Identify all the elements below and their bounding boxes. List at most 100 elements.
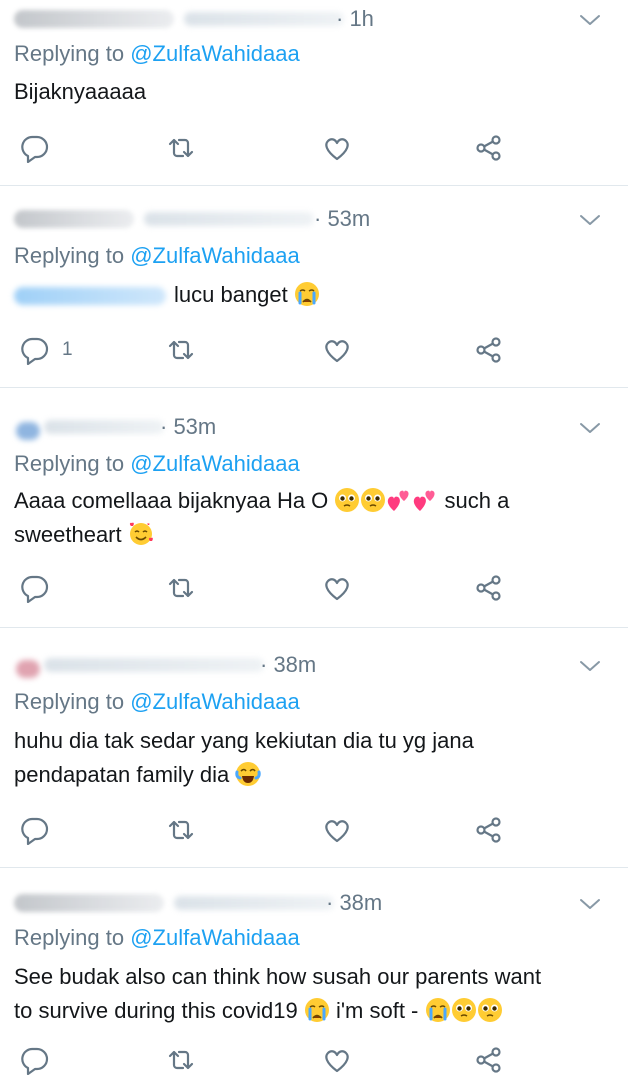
reply-icon: [20, 1045, 50, 1075]
reply-button[interactable]: [20, 570, 62, 606]
replying-to-label: Replying to: [14, 925, 125, 950]
like-button[interactable]: [322, 812, 352, 848]
like-icon: [322, 133, 352, 163]
redacted-display-name: [14, 210, 134, 228]
chevron-down-icon[interactable]: [578, 892, 602, 916]
replying-to-handle-link[interactable]: @ZulfaWahidaaa: [130, 689, 300, 714]
replying-to-label: Replying to: [14, 689, 125, 714]
replying-to: Replying to @ZulfaWahidaaa: [14, 688, 300, 716]
share-button[interactable]: [474, 1042, 504, 1078]
tweet-actions: 1: [0, 332, 628, 368]
reply-button[interactable]: 1: [20, 332, 73, 368]
like-icon: [322, 815, 352, 845]
reply-button[interactable]: [20, 812, 62, 848]
retweet-button[interactable]: [166, 812, 196, 848]
reply-icon: [20, 573, 50, 603]
tears-of-joy-emoji-icon: [235, 761, 261, 787]
reply-tweet[interactable]: · 38m Replying to @ZulfaWahidaaa See bud…: [0, 868, 628, 1080]
tweet-header: · 1h: [14, 6, 614, 36]
chevron-down-icon[interactable]: [578, 208, 602, 232]
redacted-display-name: [14, 10, 174, 28]
replying-to-label: Replying to: [14, 243, 125, 268]
replying-to-label: Replying to: [14, 451, 125, 476]
like-button[interactable]: [322, 570, 352, 606]
reply-icon: [20, 335, 50, 365]
tweet-timestamp: · 38m: [326, 890, 383, 915]
pleading-face-emoji-icon: [360, 487, 386, 513]
retweet-icon: [166, 573, 196, 603]
replying-to: Replying to @ZulfaWahidaaa: [14, 450, 300, 478]
like-icon: [322, 573, 352, 603]
two-hearts-emoji-icon: [412, 487, 438, 513]
redacted-avatar: [16, 422, 40, 440]
redacted-avatar: [16, 660, 40, 678]
like-icon: [322, 1045, 352, 1075]
replying-to-handle-link[interactable]: @ZulfaWahidaaa: [130, 243, 300, 268]
reply-tweet[interactable]: · 53m Replying to @ZulfaWahidaaa Aaaa co…: [0, 388, 628, 628]
replying-to-handle-link[interactable]: @ZulfaWahidaaa: [130, 41, 300, 66]
like-button[interactable]: [322, 130, 352, 166]
chevron-down-icon[interactable]: [578, 416, 602, 440]
retweet-icon: [166, 815, 196, 845]
replying-to-label: Replying to: [14, 41, 125, 66]
tweet-header: · 53m: [14, 206, 614, 236]
tweet-actions: [0, 570, 628, 606]
redacted-mention: [14, 287, 166, 306]
reply-button[interactable]: [20, 1042, 62, 1078]
retweet-icon: [166, 133, 196, 163]
retweet-button[interactable]: [166, 332, 196, 368]
tweet-text: huhu dia tak sedar yang kekiutan dia tu …: [14, 728, 474, 787]
redacted-username: [174, 896, 334, 910]
tweet-text: lucu banget: [14, 278, 588, 312]
replying-to-handle-link[interactable]: @ZulfaWahidaaa: [130, 451, 300, 476]
reply-button[interactable]: [20, 130, 62, 166]
retweet-button[interactable]: [166, 130, 196, 166]
tweet-timestamp: · 1h: [336, 6, 374, 31]
tweet-header: · 38m: [14, 652, 614, 682]
share-button[interactable]: [474, 130, 504, 166]
replying-to: Replying to @ZulfaWahidaaa: [14, 924, 300, 952]
tweet-actions: [0, 1042, 628, 1078]
share-icon: [474, 335, 504, 365]
reply-tweet[interactable]: · 1h Replying to @ZulfaWahidaaa Bijaknya…: [0, 0, 628, 186]
like-button[interactable]: [322, 332, 352, 368]
tweet-actions: [0, 812, 628, 848]
share-icon: [474, 133, 504, 163]
crying-emoji-icon: [304, 997, 330, 1023]
redacted-username: [44, 420, 164, 434]
reply-tweet[interactable]: · 53m Replying to @ZulfaWahidaaa lucu ba…: [0, 186, 628, 388]
tweet-actions: [0, 130, 628, 166]
replying-to-handle-link[interactable]: @ZulfaWahidaaa: [130, 925, 300, 950]
retweet-icon: [166, 1045, 196, 1075]
tweet-text: Aaaa comellaaa bijaknyaa Ha O such a swe…: [14, 487, 510, 547]
like-button[interactable]: [322, 1042, 352, 1078]
two-hearts-emoji-icon: [386, 487, 412, 513]
reply-tweet[interactable]: · 38m Replying to @ZulfaWahidaaa huhu di…: [0, 628, 628, 868]
reply-count: 1: [62, 339, 73, 360]
tweet-text: See budak also can think how susah our p…: [14, 964, 542, 1023]
like-icon: [322, 335, 352, 365]
retweet-button[interactable]: [166, 1042, 196, 1078]
share-icon: [474, 815, 504, 845]
chevron-down-icon[interactable]: [578, 8, 602, 32]
crying-emoji-icon: [294, 281, 320, 307]
tweet-timestamp: · 38m: [260, 652, 317, 677]
retweet-button[interactable]: [166, 570, 196, 606]
redacted-username: [144, 212, 314, 226]
redacted-username: [44, 658, 264, 672]
share-icon: [474, 573, 504, 603]
redacted-display-name: [14, 894, 164, 912]
tweet-timestamp: · 53m: [314, 206, 371, 231]
reply-icon: [20, 133, 50, 163]
crying-emoji-icon: [425, 997, 451, 1023]
redacted-username: [184, 12, 344, 26]
share-button[interactable]: [474, 332, 504, 368]
share-button[interactable]: [474, 570, 504, 606]
replying-to: Replying to @ZulfaWahidaaa: [14, 40, 300, 68]
chevron-down-icon[interactable]: [578, 654, 602, 678]
pleading-face-emoji-icon: [477, 997, 503, 1023]
replying-to: Replying to @ZulfaWahidaaa: [14, 242, 300, 270]
share-button[interactable]: [474, 812, 504, 848]
share-icon: [474, 1045, 504, 1075]
tweet-text: Bijaknyaaaaa: [14, 79, 147, 104]
